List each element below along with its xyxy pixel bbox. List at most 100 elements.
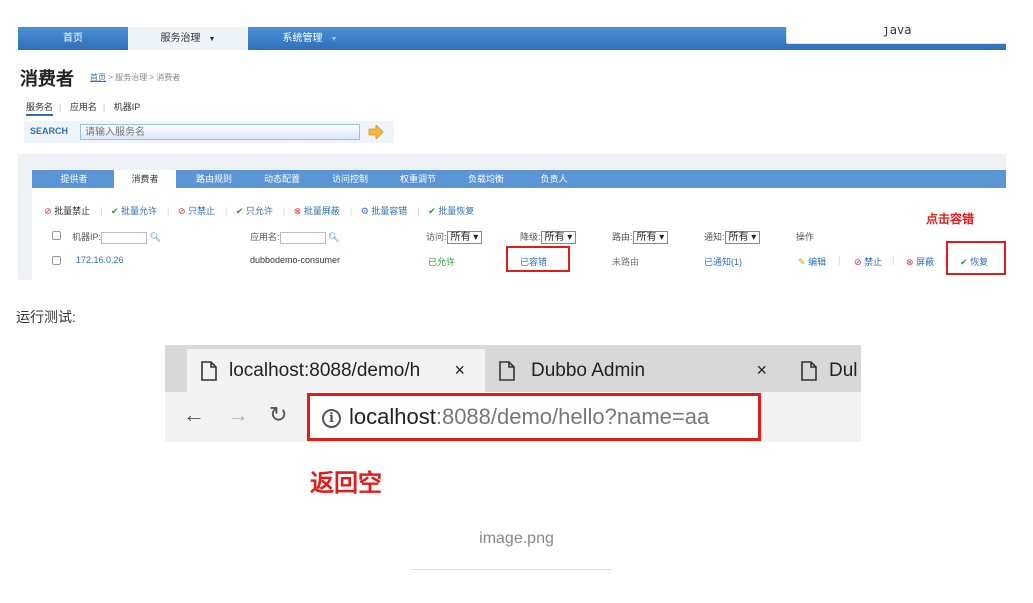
degrade-filter-label: 降级: [520, 232, 541, 242]
row-access-status: 已允许 [428, 257, 456, 267]
tab-access-control[interactable]: 访问控制 [322, 170, 378, 188]
browser-screenshot: localhost:8088/demo/h × Dubbo Admin × Du… [165, 345, 861, 503]
notify-filter-label: 通知: [704, 232, 725, 242]
close-icon[interactable]: × [454, 349, 465, 392]
back-arrow-icon[interactable]: ← [183, 402, 205, 428]
search-icon[interactable]: 🔍︎ [328, 232, 339, 242]
row-route-status: 未路由 [612, 257, 640, 267]
shield-off-icon: ⊗ [293, 206, 302, 216]
click-tolerate-callout: 点击容错 [926, 212, 975, 226]
tab-title: Dul [829, 360, 858, 381]
batch-shield-button[interactable]: ⊗ 批量屏蔽 [294, 206, 340, 216]
page-icon [801, 361, 817, 381]
search-mode-tabs: 服务名 | 应用名 | 机器IP [26, 100, 146, 116]
ops-header: 操作 [796, 232, 815, 242]
code-language-label: java [786, 27, 1006, 44]
batch-tolerate-button[interactable]: ⚙ 批量容错 [361, 206, 408, 216]
tab-providers[interactable]: 提供者 [46, 170, 102, 188]
tab-owners[interactable]: 负责人 [526, 170, 582, 188]
tab-dynamic-config[interactable]: 动态配置 [254, 170, 310, 188]
tab-load-balance[interactable]: 负载均衡 [458, 170, 514, 188]
row-forbid-button[interactable]: ⊘ 禁止 [854, 255, 882, 268]
notify-select[interactable]: 所有 ▾ [724, 231, 761, 245]
batch-recover-button[interactable]: ✔ 批量恢复 [428, 206, 474, 216]
pencil-icon: ✎ [798, 257, 806, 267]
run-test-label: 运行测试: [16, 309, 76, 325]
ip-filter-label: 机器IP: [72, 232, 102, 242]
tab-title: localhost:8088/demo/h [229, 360, 421, 381]
degrade-filter: 降级: 所有 ▾ [520, 230, 577, 245]
sub-tab-machine-ip[interactable]: 机器IP [114, 102, 141, 112]
reload-icon[interactable]: ↻ [269, 402, 287, 428]
row-notify-link[interactable]: 已通知(1) [704, 255, 742, 268]
service-search-input[interactable] [80, 124, 360, 140]
ip-filter-input[interactable] [101, 231, 148, 244]
arrow-right-icon[interactable] [368, 125, 384, 139]
forbid-icon: ⊘ [177, 206, 186, 216]
nav-tab-service-governance[interactable]: 服务治理 ▼ [128, 27, 248, 50]
row-recover-button[interactable]: ✔ 恢复 [960, 255, 988, 268]
address-bar[interactable]: i localhost:8088/demo/hello?name=aa [307, 393, 761, 441]
forbid-icon: ⊘ [854, 257, 862, 267]
access-filter: 访问: 所有 ▾ [426, 230, 483, 245]
nav-tab-system-management[interactable]: 系统管理 ▼ [250, 27, 370, 50]
row-degrade-status[interactable]: 已容错 [520, 255, 547, 268]
forward-arrow-icon[interactable]: → [227, 402, 249, 428]
module-tab-bar: 提供者 消费者 路由规则 动态配置 访问控制 权重调节 负载均衡 负责人 [32, 170, 1006, 188]
caret-down-icon: ▼ [330, 36, 338, 43]
page-title: 消费者 [20, 69, 74, 89]
shield-off-icon: ⊗ [906, 257, 914, 267]
url-text: i localhost:8088/demo/hello?name=aa [322, 404, 709, 430]
page-icon [499, 361, 515, 381]
caret-down-icon: ▼ [208, 36, 216, 43]
row-shield-button[interactable]: ⊗ 屏蔽 [906, 255, 934, 268]
forbid-only-button[interactable]: ⊘ 只禁止 [178, 206, 215, 216]
breadcrumb-rest: > 服务治理 > 消费者 [106, 73, 181, 82]
dubbo-admin-screenshot: 首页 服务治理 ▼ 系统管理 ▼ 消费者 首页 > 服务治理 > 消费者 服务名 | … [18, 27, 1006, 280]
select-all-checkbox[interactable] [52, 230, 61, 241]
sub-tab-app-name[interactable]: 应用名 [70, 102, 97, 112]
row-ip-link[interactable]: 172.16.0.26 [76, 255, 124, 265]
route-select[interactable]: 所有 ▾ [632, 231, 669, 245]
url-host: localhost [349, 404, 436, 429]
browser-tab-dubbo-admin[interactable]: Dubbo Admin × [495, 349, 781, 392]
search-row: SEARCH [24, 121, 394, 143]
tab-weight[interactable]: 权重调节 [390, 170, 446, 188]
tab-routes[interactable]: 路由规则 [186, 170, 242, 188]
route-filter: 路由: 所有 ▾ [612, 230, 669, 245]
browser-tab-localhost[interactable]: localhost:8088/demo/h × [187, 349, 485, 392]
search-icon[interactable]: 🔍︎ [150, 232, 161, 242]
app-filter: 应用名: 🔍︎ [250, 230, 339, 244]
row-checkbox[interactable] [52, 255, 61, 266]
browser-tab-dubbo[interactable]: Dul [793, 349, 861, 392]
page-icon [201, 361, 217, 381]
degrade-select[interactable]: 所有 ▾ [540, 231, 577, 245]
batch-allow-button[interactable]: ✔ 批量允许 [111, 206, 157, 216]
search-label: SEARCH [30, 126, 69, 136]
check-icon: ✔ [428, 206, 436, 216]
check-icon: ✔ [960, 257, 968, 267]
nav-tab-home[interactable]: 首页 [18, 27, 128, 50]
forbid-icon: ⊘ [44, 206, 52, 216]
allow-only-button[interactable]: ✔ 只允许 [236, 206, 273, 216]
nav-tab-label: 系统管理 [282, 33, 323, 44]
access-select[interactable]: 所有 ▾ [446, 231, 483, 245]
notify-filter: 通知: 所有 ▾ [704, 230, 761, 245]
returns-empty-annotation: 返回空 [310, 470, 382, 497]
browser-tab-strip: localhost:8088/demo/h × Dubbo Admin × Du… [165, 345, 861, 392]
bulk-actions-bar: ⊘ 批量禁止 | ✔ 批量允许 | ⊘ 只禁止 | ✔ 只允许 | ⊗ 批量屏蔽 | ⚙ … [44, 206, 475, 216]
batch-forbid-button[interactable]: ⊘ 批量禁止 [44, 206, 90, 216]
nav-tab-label: 服务治理 [160, 33, 201, 44]
row-edit-button[interactable]: ✎ 编辑 [798, 255, 826, 268]
tolerate-icon: ⚙ [360, 206, 369, 216]
ip-filter: 机器IP: 🔍︎ [72, 230, 161, 244]
tab-title: Dubbo Admin [531, 360, 646, 381]
info-icon[interactable]: i [322, 409, 341, 428]
breadcrumb-home-link[interactable]: 首页 [90, 73, 106, 82]
app-filter-input[interactable] [279, 231, 326, 244]
close-icon[interactable]: × [756, 349, 767, 392]
tab-consumers[interactable]: 消费者 [114, 170, 176, 188]
image-caption: image.png [479, 530, 554, 547]
access-filter-label: 访问: [426, 232, 447, 242]
sub-tab-service-name[interactable]: 服务名 [26, 102, 54, 116]
